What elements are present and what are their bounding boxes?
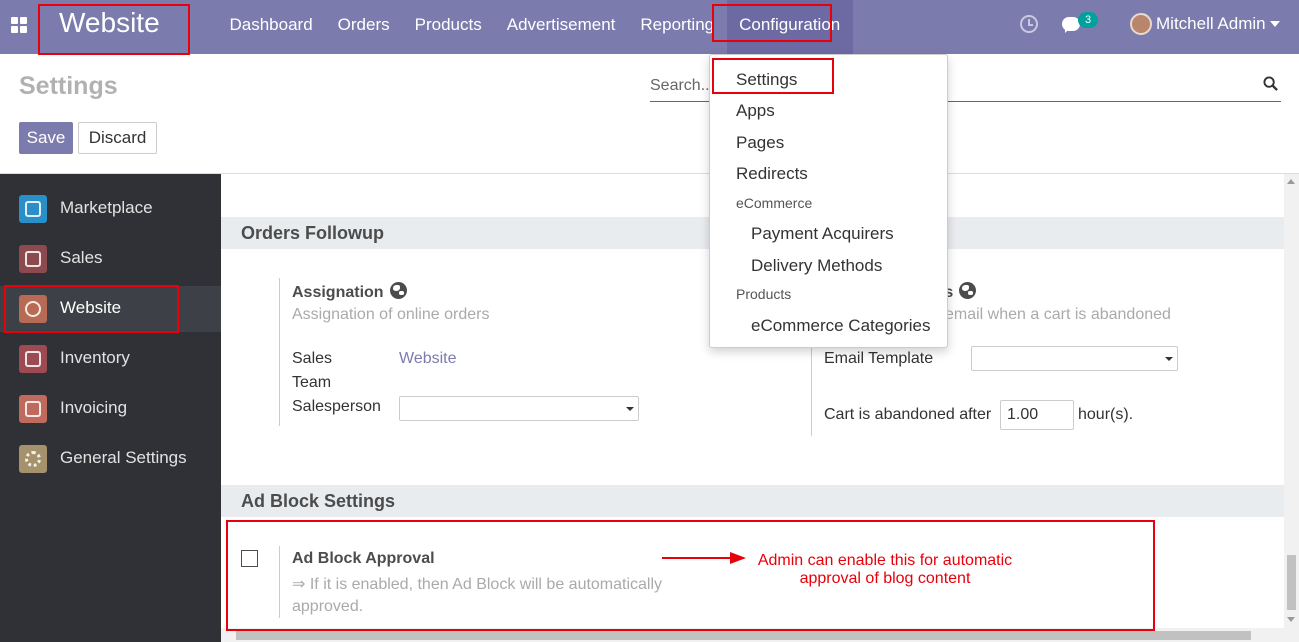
marketplace-icon (19, 195, 47, 223)
dropdown-item-ecommerce-categories[interactable]: eCommerce Categories (751, 316, 931, 336)
assignation-title: Assignation (292, 282, 407, 302)
chevron-down-icon[interactable] (1270, 21, 1280, 27)
sidebar-item-label: Sales (60, 248, 103, 267)
sales-team-label: Sales (292, 350, 333, 367)
menu-advertisement[interactable]: Advertisement (494, 0, 628, 54)
inventory-icon (19, 345, 47, 373)
menu-products[interactable]: Products (402, 0, 494, 54)
cart-abandoned-hours-input[interactable] (1000, 400, 1074, 430)
menu-orders[interactable]: Orders (325, 0, 402, 54)
scroll-up-icon[interactable] (1287, 179, 1295, 184)
apps-menu-icon[interactable] (11, 17, 27, 33)
dropdown-header-ecommerce: eCommerce (736, 195, 813, 211)
assignation-desc: Assignation of online orders (292, 306, 490, 323)
sales-icon (19, 245, 47, 273)
globe-icon (389, 282, 407, 299)
sidebar-item-marketplace[interactable]: Marketplace (0, 186, 221, 232)
annotation-arrow (662, 557, 732, 559)
annotation-line-2: approval of blog content (799, 570, 971, 587)
scroll-down-icon[interactable] (1287, 617, 1295, 622)
scrollbar-thumb[interactable] (236, 631, 1251, 640)
user-name[interactable]: Mitchell Admin (1156, 14, 1266, 34)
invoicing-icon (19, 395, 47, 423)
sidebar-item-general-settings[interactable]: General Settings (0, 436, 221, 482)
sidebar-item-inventory[interactable]: Inventory (0, 336, 221, 382)
section-header-ad-block: Ad Block Settings (221, 485, 1284, 517)
abandoned-cart-desc: email when a cart is abandoned (945, 306, 1171, 323)
vertical-scrollbar[interactable] (1284, 174, 1299, 628)
annotation-line-1: Admin can enable this for automatic (757, 552, 1013, 569)
dropdown-header-products: Products (736, 286, 792, 302)
annotation-text: Admin can enable this for automatic appr… (740, 552, 1030, 588)
sidebar-item-label: Marketplace (60, 198, 153, 217)
cart-abandoned-label: Cart is abandoned after (824, 406, 992, 423)
sidebar-item-label: Inventory (60, 348, 130, 367)
discard-button[interactable]: Discard (78, 122, 157, 154)
chevron-down-icon (626, 407, 634, 411)
sidebar-item-invoicing[interactable]: Invoicing (0, 386, 221, 432)
annotation-box-website (4, 285, 179, 333)
settings-sidebar: Marketplace Sales Website Inventory Invo… (0, 174, 221, 642)
dropdown-item-apps[interactable]: Apps (736, 101, 775, 121)
menu-dashboard[interactable]: Dashboard (217, 0, 325, 54)
email-template-label: Email Template (824, 350, 934, 367)
chat-count-badge: 3 (1078, 12, 1098, 28)
section-title: Orders Followup (241, 223, 385, 243)
dropdown-item-pages[interactable]: Pages (736, 133, 784, 153)
page-title: Settings (19, 72, 118, 100)
sidebar-item-label: Invoicing (60, 398, 128, 417)
annotation-box-configuration (712, 4, 832, 42)
hours-unit-label: hour(s). (1078, 406, 1134, 423)
sidebar-item-label: General Settings (60, 448, 187, 467)
globe-icon (959, 282, 977, 299)
annotation-box-brand (38, 4, 190, 55)
activity-clock-icon[interactable] (1020, 15, 1038, 33)
dropdown-item-redirects[interactable]: Redirects (736, 164, 808, 184)
top-navbar: Website Dashboard Orders Products Advert… (0, 0, 1299, 54)
user-avatar[interactable] (1130, 13, 1152, 35)
chevron-down-icon (1165, 357, 1173, 361)
save-button[interactable]: Save (19, 122, 73, 154)
assignation-setting (279, 278, 280, 426)
sales-team-value[interactable]: Website (399, 350, 457, 368)
dropdown-item-payment-acquirers[interactable]: Payment Acquirers (751, 224, 894, 244)
gear-icon (19, 445, 47, 473)
control-panel: Settings Save Discard (0, 54, 1299, 174)
section-title: Ad Block Settings (241, 491, 396, 511)
annotation-box-settings (712, 58, 834, 94)
dropdown-item-delivery-methods[interactable]: Delivery Methods (751, 256, 882, 276)
scrollbar-thumb[interactable] (1287, 555, 1296, 610)
email-template-select[interactable] (971, 346, 1178, 371)
configuration-dropdown: Settings Apps Pages Redirects eCommerce … (709, 54, 948, 348)
salesperson-label: Salesperson (292, 398, 381, 415)
sales-team-label-2: Team (292, 374, 332, 391)
search-icon[interactable] (1263, 76, 1278, 91)
sidebar-item-sales[interactable]: Sales (0, 236, 221, 282)
salesperson-select[interactable] (399, 396, 639, 421)
